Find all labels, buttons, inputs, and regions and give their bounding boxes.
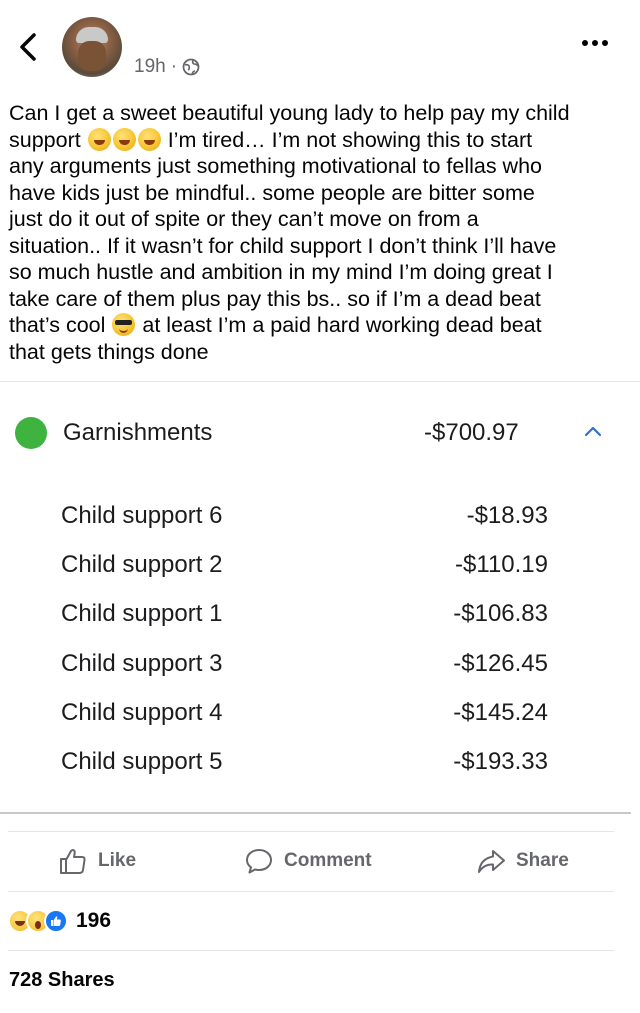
- list-item: Child support 2 -$110.19: [0, 543, 640, 592]
- item-label: Child support 3: [61, 649, 223, 677]
- item-label: Child support 2: [61, 551, 223, 579]
- reaction-count: 196: [76, 909, 112, 932]
- divider: [0, 812, 631, 814]
- item-amount: -$110.19: [455, 551, 548, 579]
- rofl-emoji-icon: [137, 127, 161, 151]
- reactions-summary[interactable]: 196: [8, 907, 111, 935]
- garnishments-total: -$700.97: [424, 419, 519, 446]
- divider: [8, 950, 614, 951]
- thumbs-up-icon: [60, 849, 86, 874]
- item-amount: -$193.33: [453, 747, 548, 775]
- post-line: situation.. If it wasn’t for child suppo…: [9, 233, 557, 258]
- garnishments-row[interactable]: Garnishments -$700.97: [0, 410, 640, 456]
- share-arrow-icon: [478, 850, 505, 873]
- post-line: just do it out of spite or they can’t mo…: [9, 207, 479, 231]
- item-amount: -$126.45: [453, 649, 548, 677]
- share-button[interactable]: Share: [476, 846, 569, 876]
- post-header: 19h ·: [0, 0, 640, 95]
- chevron-left-icon: [20, 33, 36, 61]
- post-line: that gets things done: [9, 339, 209, 364]
- post-text: Can I get a sweet beautiful young lady t…: [9, 100, 624, 365]
- like-button[interactable]: Like: [58, 846, 136, 876]
- sunglasses-emoji-icon: [112, 313, 136, 336]
- divider: [8, 891, 614, 892]
- post-line: so much hustle and ambition in my mind I…: [9, 260, 553, 284]
- category-dot-icon: [15, 417, 47, 449]
- back-button[interactable]: [14, 30, 44, 64]
- globe-icon: [182, 58, 200, 76]
- item-label: Child support 4: [61, 698, 223, 726]
- chevron-up-icon[interactable]: [583, 424, 603, 438]
- post-line: any arguments just something motivationa…: [9, 154, 542, 178]
- comment-label: Comment: [284, 850, 372, 871]
- action-bar: Like Comment Share: [0, 840, 640, 884]
- rofl-emoji-icon: [87, 127, 111, 151]
- item-amount: -$106.83: [453, 600, 548, 628]
- post-line: have kids just be mindful.. some people …: [9, 180, 535, 205]
- list-item: Child support 4 -$145.24: [0, 691, 640, 740]
- post-timestamp[interactable]: 19h ·: [134, 56, 200, 78]
- comment-button[interactable]: Comment: [244, 846, 372, 876]
- list-item: Child support 5 -$193.33: [0, 740, 640, 789]
- item-label: Child support 5: [61, 747, 223, 775]
- garnishments-label: Garnishments: [63, 419, 213, 446]
- share-label: Share: [516, 850, 569, 871]
- item-amount: -$145.24: [453, 698, 548, 726]
- timestamp-text: 19h: [134, 56, 166, 77]
- list-item: Child support 3 -$126.45: [0, 642, 640, 691]
- list-item: Child support 1 -$106.83: [0, 592, 640, 641]
- divider: [8, 831, 614, 832]
- list-item: Child support 6 -$18.93: [0, 494, 640, 543]
- post-line: take care of them plus pay this bs.. so …: [9, 286, 541, 311]
- post-line: Can I get a sweet beautiful young lady t…: [9, 101, 570, 125]
- like-label: Like: [98, 850, 137, 871]
- item-amount: -$18.93: [466, 502, 548, 529]
- rofl-emoji-icon: [112, 127, 136, 151]
- share-count[interactable]: 728 Shares: [9, 969, 115, 992]
- post-line: support I’m tired… I’m not showing this …: [9, 127, 533, 152]
- avatar[interactable]: [62, 17, 122, 77]
- item-label: Child support 1: [61, 600, 223, 628]
- like-reaction-icon: [44, 909, 68, 933]
- more-options-button[interactable]: [582, 40, 608, 46]
- divider: [0, 381, 640, 382]
- garnishment-items: Child support 6 -$18.93 Child support 2 …: [0, 494, 640, 789]
- item-label: Child support 6: [61, 502, 223, 529]
- comment-bubble-icon: [246, 849, 272, 874]
- post-line: that’s cool at least I’m a paid hard wor…: [9, 313, 542, 337]
